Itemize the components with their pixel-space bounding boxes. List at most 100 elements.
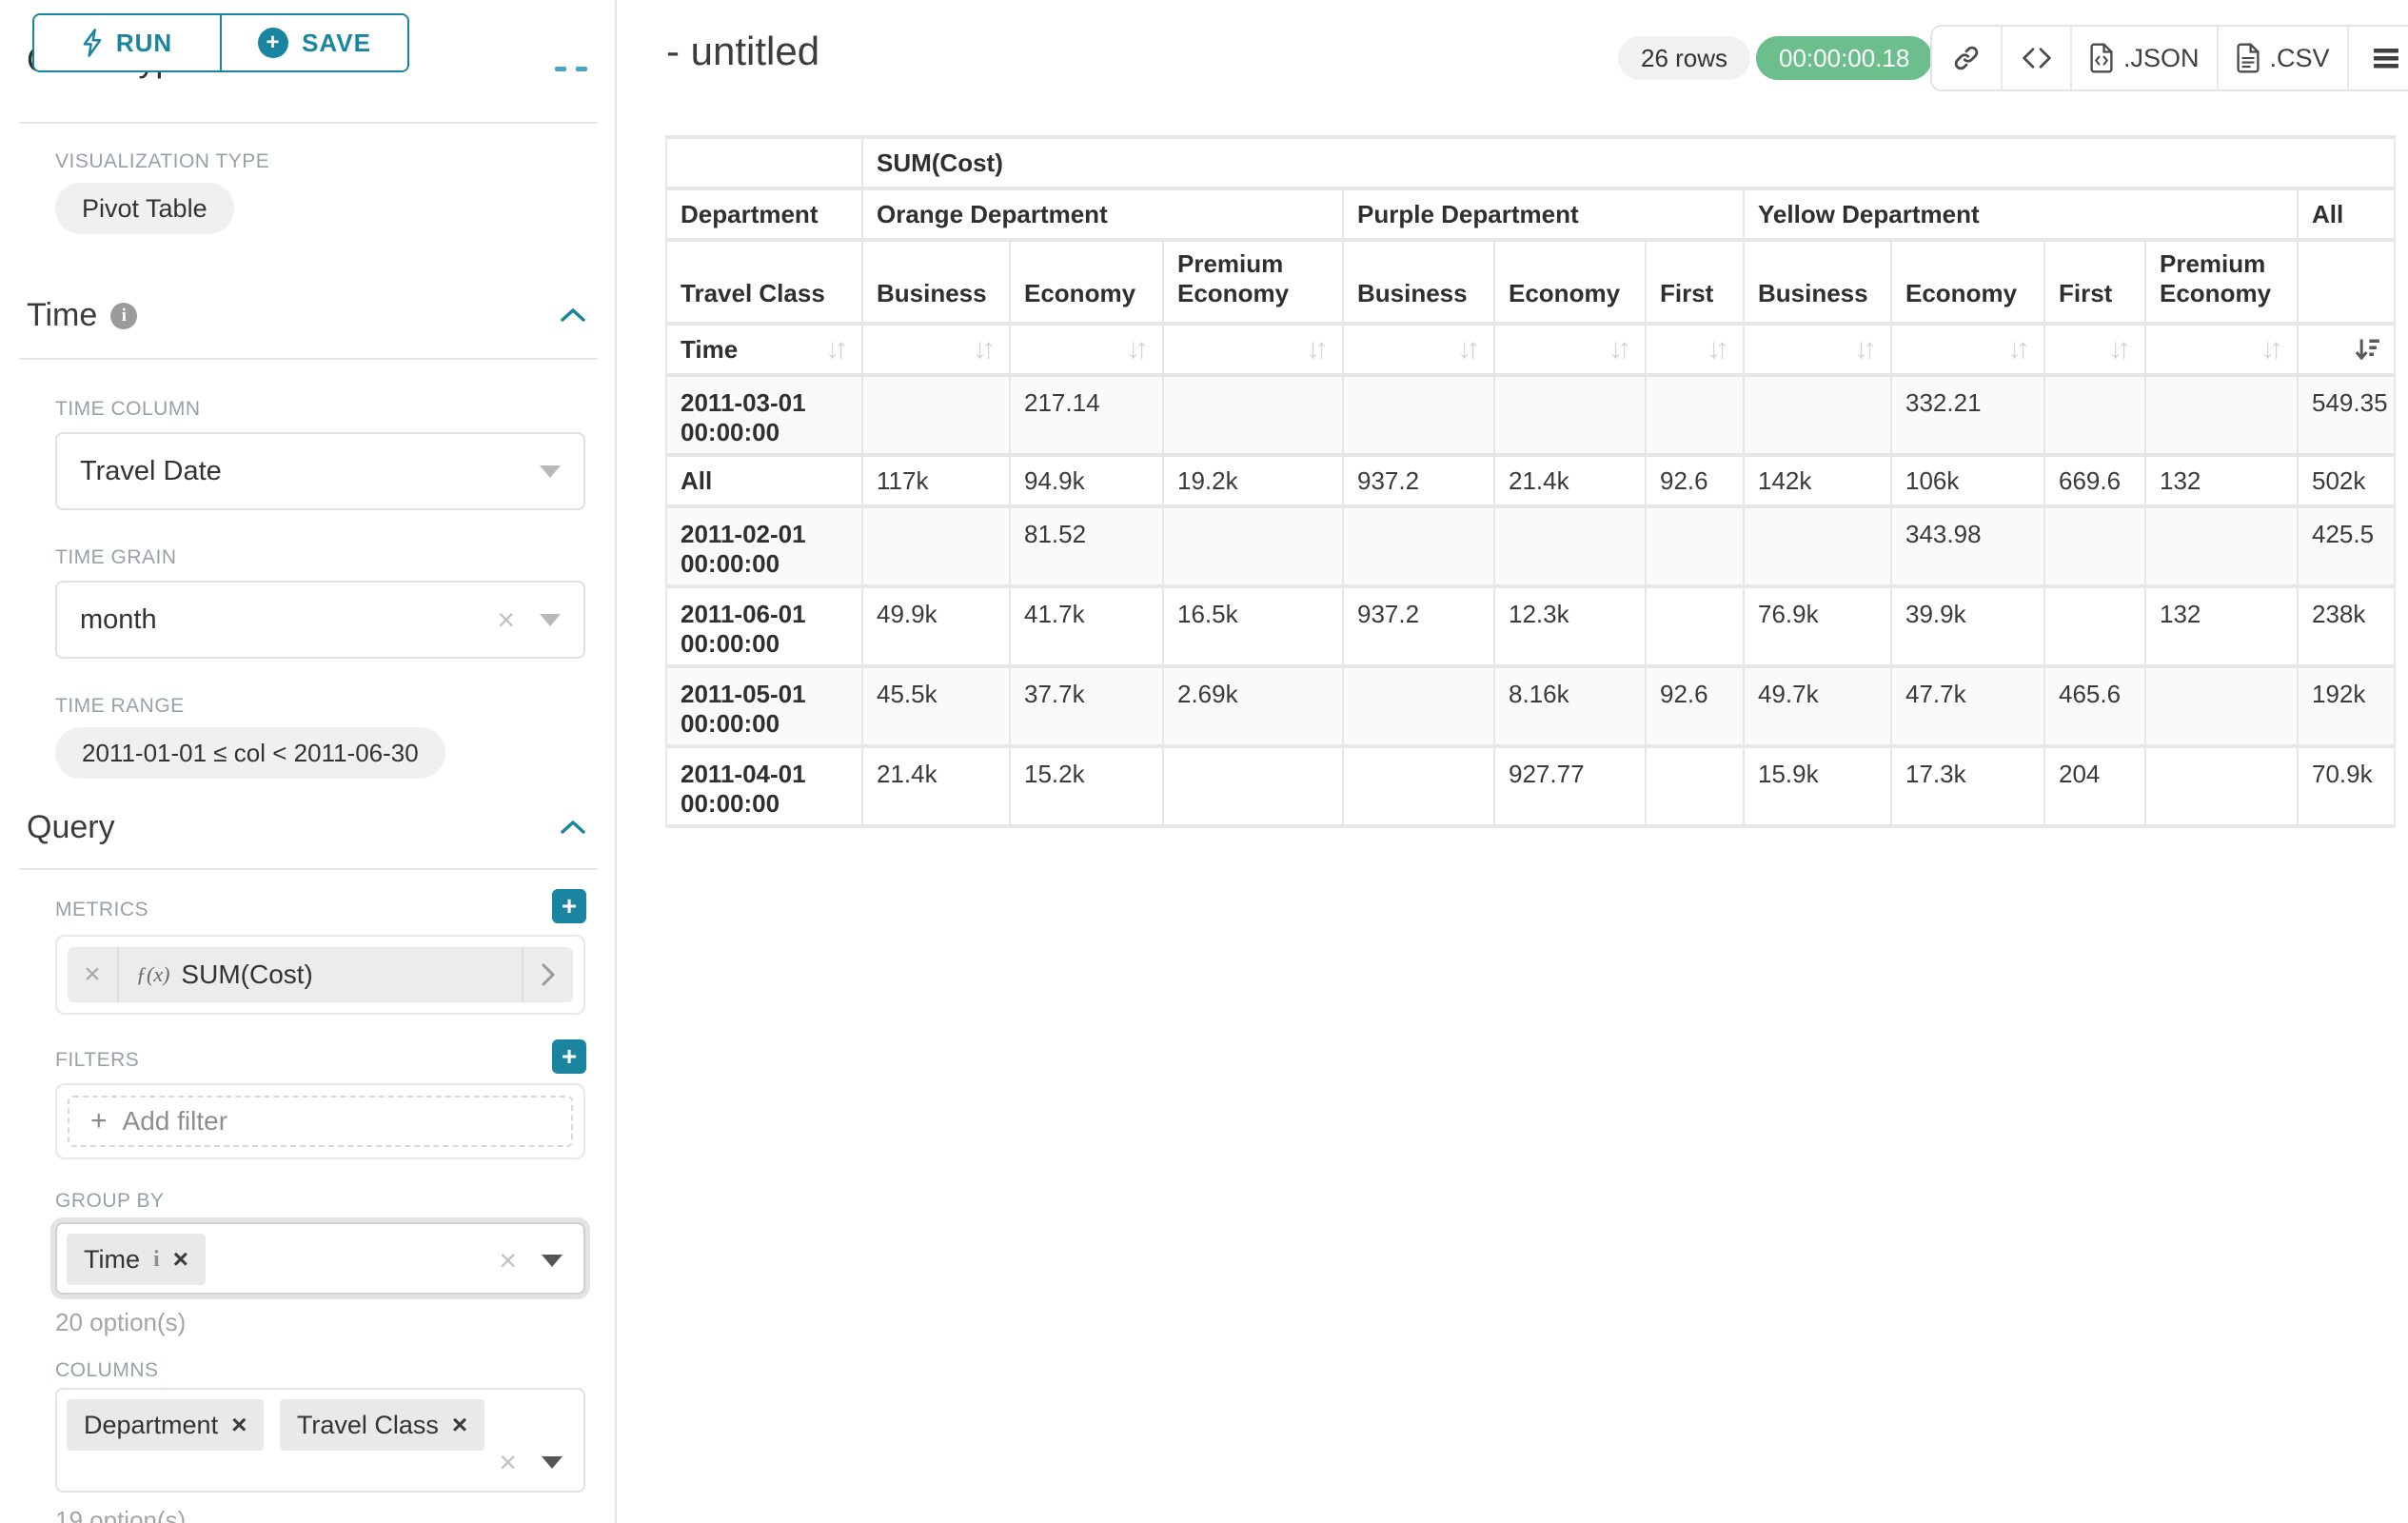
metrics-field: × ƒ(x) SUM(Cost) (55, 935, 585, 1015)
time-grain-select[interactable]: month × (55, 581, 585, 659)
chip-label: Time (84, 1245, 140, 1275)
group-by-label: GROUP BY (55, 1190, 164, 1213)
col-header: First (1647, 242, 1743, 322)
export-json-button[interactable]: .JSON (2072, 27, 2219, 89)
time-column-select[interactable]: Travel Date (55, 432, 585, 510)
row-label: 2011-03-01 00:00:00 (667, 377, 861, 453)
sort-icon[interactable]: ↓↑ (1609, 333, 1631, 366)
collapse-chevron-icon[interactable] (560, 819, 586, 836)
remove-chip-icon[interactable]: × (173, 1244, 188, 1275)
col-header: Economy (1495, 242, 1645, 322)
sort-icon[interactable]: ↓↑ (2260, 333, 2283, 366)
col-header: Economy (1892, 242, 2043, 322)
col-header: Economy (1011, 242, 1162, 322)
chip-label: Department (84, 1411, 218, 1440)
time-grain-value: month (80, 604, 497, 636)
view-query-button[interactable] (2003, 27, 2072, 89)
row-label: 2011-04-01 00:00:00 (667, 748, 861, 824)
collapse-chevron-icon[interactable] (560, 307, 586, 324)
chevron-right-icon[interactable] (523, 962, 573, 987)
metric-chip[interactable]: × ƒ(x) SUM(Cost) (68, 947, 573, 1002)
add-filter-label: Add filter (123, 1106, 228, 1137)
sort-icon[interactable]: ↓↑ (1306, 333, 1329, 366)
chart-title: - untitled (666, 29, 819, 74)
info-icon: i (110, 303, 137, 329)
travel-class-axis-label: Travel Class (667, 242, 861, 322)
time-section-header: Time i (27, 297, 137, 334)
sort-icon[interactable]: ↓↑ (973, 333, 996, 366)
save-button[interactable]: + SAVE (222, 15, 407, 70)
group-header-yellow: Yellow Department (1745, 190, 2297, 238)
row-count-badge: 26 rows (1618, 36, 1750, 80)
sort-icon[interactable]: ↓↑ (1126, 333, 1149, 366)
export-json-label: .JSON (2123, 44, 2200, 73)
add-metric-button[interactable]: + (552, 889, 586, 923)
copy-link-button[interactable] (1932, 27, 2003, 89)
visualization-type-label: VISUALIZATION TYPE (55, 150, 269, 173)
visualization-type-pill[interactable]: Pivot Table (55, 183, 234, 234)
columns-chip-travel-class[interactable]: Travel Class × (280, 1399, 484, 1451)
clear-icon[interactable]: × (499, 1245, 517, 1276)
divider (19, 358, 598, 360)
add-filter-button[interactable]: + Add filter (68, 1096, 573, 1147)
columns-select[interactable]: Department × Travel Class × × (55, 1388, 585, 1493)
chevron-down-icon[interactable] (542, 1255, 563, 1267)
group-by-options-hint: 20 option(s) (55, 1308, 186, 1337)
table-row: 2011-04-01 00:00:00 21.4k15.2k 927.77 15… (667, 748, 2394, 824)
clipped-icon-fragment (555, 67, 566, 71)
sort-icon[interactable]: ↓↑ (1854, 333, 1877, 366)
clear-icon[interactable]: × (499, 1447, 517, 1477)
columns-chip-department[interactable]: Department × (67, 1399, 264, 1451)
filters-field: + Add filter (55, 1083, 585, 1159)
remove-chip-icon[interactable]: × (231, 1410, 247, 1440)
run-button[interactable]: RUN (34, 15, 222, 70)
metric-header-row: SUM(Cost) (667, 139, 2394, 187)
sort-icon[interactable]: ↓↑ (2007, 333, 2030, 366)
code-icon (2022, 47, 2052, 69)
plus-circle-icon: + (258, 28, 288, 58)
export-toolbar: .JSON .CSV (1930, 25, 2408, 91)
chevron-down-icon (540, 614, 561, 626)
table-row: 2011-02-01 00:00:00 81.52 343.98 425.5 (667, 508, 2394, 584)
sort-icon[interactable]: ↓↑ (2108, 333, 2131, 366)
export-csv-label: .CSV (2270, 44, 2330, 73)
chevron-down-icon (540, 465, 561, 478)
col-header: Business (1344, 242, 1493, 322)
col-header (2299, 242, 2394, 322)
group-header-all: All (2299, 190, 2394, 238)
link-icon (1952, 44, 1981, 72)
query-section-header: Query (27, 809, 115, 846)
query-timer-badge: 00:00:00.18 (1756, 36, 1932, 80)
plus-icon: + (90, 1105, 108, 1137)
group-by-select[interactable]: Time i × × (55, 1222, 585, 1295)
sort-icon[interactable]: ↓↑ (1457, 333, 1480, 366)
run-save-button-group: RUN + SAVE (32, 13, 409, 72)
pivot-table: SUM(Cost) Department Orange Department P… (665, 135, 2396, 828)
row-label: 2011-06-01 00:00:00 (667, 588, 861, 664)
remove-chip-icon[interactable]: × (452, 1410, 467, 1440)
control-panel: Chart Type RUN + SAVE VISUALIZATION TYPE… (0, 0, 617, 1523)
sort-descending-icon[interactable] (2312, 336, 2380, 363)
metric-chip-label: SUM(Cost) (181, 959, 312, 990)
info-icon: i (153, 1247, 160, 1273)
group-header-purple: Purple Department (1344, 190, 1743, 238)
menu-button[interactable] (2349, 27, 2408, 89)
export-csv-button[interactable]: .CSV (2219, 27, 2349, 89)
sort-icon[interactable]: ↓↑ (1707, 333, 1729, 366)
remove-metric-icon[interactable]: × (68, 959, 117, 991)
chevron-down-icon[interactable] (542, 1456, 563, 1469)
sort-icon[interactable]: ↓↑ (825, 333, 848, 366)
time-range-pill[interactable]: 2011-01-01 ≤ col < 2011-06-30 (55, 727, 445, 779)
clipped-icon-fragment (576, 67, 587, 71)
metric-header-cell: SUM(Cost) (863, 139, 2394, 187)
lightning-icon (82, 29, 103, 57)
columns-label: COLUMNS (55, 1359, 159, 1382)
department-axis-label: Department (667, 190, 861, 238)
row-label: 2011-02-01 00:00:00 (667, 508, 861, 584)
group-by-chip-time[interactable]: Time i × (67, 1234, 206, 1285)
function-icon: ƒ(x) (136, 962, 169, 987)
clear-icon[interactable]: × (497, 604, 515, 635)
save-button-label: SAVE (302, 29, 371, 58)
add-filter-plus-button[interactable]: + (552, 1039, 586, 1074)
col-header: First (2045, 242, 2144, 322)
